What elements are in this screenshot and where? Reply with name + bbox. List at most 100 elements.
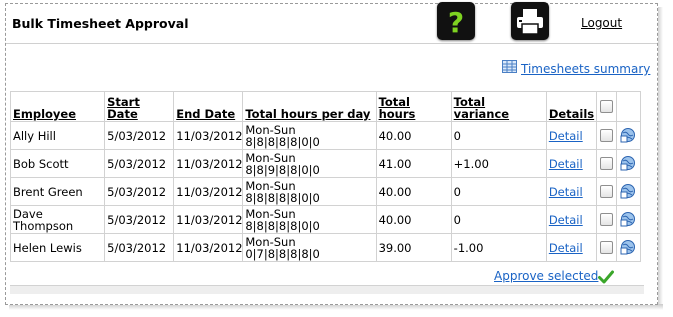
start-date-cell: 5/03/2012: [104, 121, 175, 150]
detail-link[interactable]: Detail: [549, 241, 583, 255]
detail-link[interactable]: Detail: [549, 185, 583, 199]
days-label: Mon-Sun: [245, 122, 296, 137]
row-checkbox[interactable]: [599, 241, 613, 254]
view-cell: [615, 177, 642, 206]
col-total-hours-per-day[interactable]: Total hours per day: [242, 91, 377, 122]
days-label: Mon-Sun: [245, 234, 296, 249]
view-cell: [615, 121, 642, 150]
employee-cell: Bob Scott: [9, 149, 106, 178]
total-hours-cell: 39.00: [375, 233, 452, 262]
table-row: Helen Lewis 5/03/2012 11/03/2012 Mon-Sun…: [9, 233, 642, 262]
variance-cell: +1.00: [450, 149, 547, 178]
end-date-cell: 11/03/2012: [173, 121, 244, 150]
end-date-cell: 11/03/2012: [173, 205, 244, 234]
variance-cell: 0: [450, 205, 547, 234]
days-label: Mon-Sun: [245, 206, 296, 221]
table-row: Ally Hill 5/03/2012 11/03/2012 Mon-Sun 8|…: [9, 121, 642, 150]
details-cell: Detail: [545, 205, 597, 234]
hours-values: 8|8|8|8|8|0|0: [245, 218, 320, 233]
end-date-cell: 11/03/2012: [173, 149, 244, 178]
start-date-cell: 5/03/2012: [104, 177, 175, 206]
employee-cell: Brent Green: [9, 177, 106, 206]
variance-cell: 0: [450, 121, 547, 150]
hours-per-day-cell: Mon-Sun 8|8|8|8|8|0|0: [242, 121, 377, 150]
table-row: Dave Thompson 5/03/2012 11/03/2012 Mon-S…: [9, 205, 642, 234]
total-hours-cell: 41.00: [375, 149, 452, 178]
col-total-hours[interactable]: Total hours: [375, 91, 452, 122]
total-hours-cell: 40.00: [375, 177, 452, 206]
hours-per-day-cell: Mon-Sun 8|8|8|8|8|0|0: [242, 177, 377, 206]
globe-view-icon[interactable]: [620, 239, 636, 255]
col-employee[interactable]: Employee: [9, 91, 106, 122]
select-all-cell: [595, 91, 617, 122]
details-cell: Detail: [545, 149, 597, 178]
select-cell: [595, 149, 617, 178]
table-row: Bob Scott 5/03/2012 11/03/2012 Mon-Sun 8|…: [9, 149, 642, 178]
row-checkbox[interactable]: [599, 185, 613, 198]
col-total-variance[interactable]: Total variance: [450, 91, 547, 122]
select-cell: [595, 177, 617, 206]
timesheet-table: Employee Start Date End Date Total hours…: [9, 91, 642, 262]
hours-values: 0|7|8|8|8|8|0: [245, 246, 320, 261]
total-hours-cell: 40.00: [375, 205, 452, 234]
detail-link[interactable]: Detail: [549, 157, 583, 171]
start-date-cell: 5/03/2012: [104, 205, 175, 234]
table-row: Brent Green 5/03/2012 11/03/2012 Mon-Sun…: [9, 177, 642, 206]
checkmark-icon[interactable]: [598, 270, 614, 284]
start-date-cell: 5/03/2012: [104, 149, 175, 178]
table-header-row: Employee Start Date End Date Total hours…: [9, 91, 642, 122]
timesheets-summary-link[interactable]: Timesheets summary: [521, 62, 650, 76]
globe-view-icon[interactable]: [620, 127, 636, 143]
globe-view-icon[interactable]: [620, 155, 636, 171]
row-checkbox[interactable]: [599, 157, 613, 170]
hours-values: 8|8|9|8|8|0|0: [245, 162, 320, 177]
detail-link[interactable]: Detail: [549, 129, 583, 143]
print-button[interactable]: [511, 2, 549, 40]
header-divider: [6, 43, 657, 44]
table-footer-band: [10, 285, 644, 294]
row-checkbox[interactable]: [599, 213, 613, 226]
globe-view-icon[interactable]: [620, 183, 636, 199]
view-cell: [615, 233, 642, 262]
svg-text:?: ?: [448, 6, 464, 39]
select-cell: [595, 233, 617, 262]
hours-values: 8|8|8|8|8|0|0: [245, 190, 320, 205]
total-hours-cell: 40.00: [375, 121, 452, 150]
logout-link[interactable]: Logout: [581, 16, 622, 30]
days-label: Mon-Sun: [245, 178, 296, 193]
help-question-icon: ?: [448, 6, 464, 39]
approve-area: Approve selected: [494, 269, 614, 284]
col-details: Details: [545, 91, 597, 122]
start-date-cell: 5/03/2012: [104, 233, 175, 262]
variance-cell: -1.00: [450, 233, 547, 262]
employee-cell: Helen Lewis: [9, 233, 106, 262]
help-button[interactable]: ?: [437, 2, 475, 40]
view-cell: [615, 205, 642, 234]
view-cell: [615, 149, 642, 178]
col-start-date[interactable]: Start Date: [104, 91, 175, 122]
detail-link[interactable]: Detail: [549, 213, 583, 227]
details-cell: Detail: [545, 177, 597, 206]
printer-icon: [517, 9, 543, 35]
row-checkbox[interactable]: [599, 129, 613, 142]
hours-per-day-cell: Mon-Sun 8|8|8|8|8|0|0: [242, 205, 377, 234]
select-cell: [595, 121, 617, 150]
days-label: Mon-Sun: [245, 150, 296, 165]
details-cell: Detail: [545, 233, 597, 262]
hours-values: 8|8|8|8|8|0|0: [245, 134, 320, 149]
approve-selected-link[interactable]: Approve selected: [494, 269, 598, 283]
hours-per-day-cell: Mon-Sun 0|7|8|8|8|8|0: [242, 233, 377, 262]
select-cell: [595, 205, 617, 234]
end-date-cell: 11/03/2012: [173, 233, 244, 262]
page-title: Bulk Timesheet Approval: [12, 16, 189, 31]
col-end-date[interactable]: End Date: [173, 91, 244, 122]
table-icon: [502, 60, 517, 73]
variance-cell: 0: [450, 177, 547, 206]
globe-view-icon[interactable]: [620, 211, 636, 227]
end-date-cell: 11/03/2012: [173, 177, 244, 206]
employee-cell: Dave Thompson: [9, 205, 106, 234]
employee-cell: Ally Hill: [9, 121, 106, 150]
blank-header-cell: [615, 91, 642, 122]
select-all-checkbox[interactable]: [599, 99, 613, 113]
hours-per-day-cell: Mon-Sun 8|8|9|8|8|0|0: [242, 149, 377, 178]
